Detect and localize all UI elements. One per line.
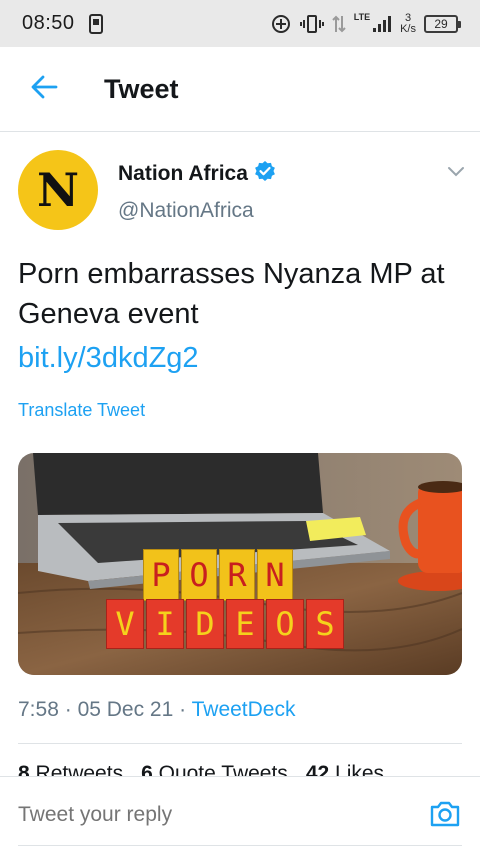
- tweet-text: Porn embarrasses Nyanza MP at Geneva eve…: [18, 258, 445, 330]
- data-transfer-icon: [332, 14, 346, 34]
- letter-block: S: [306, 599, 344, 649]
- network-speed-unit: K/s: [400, 22, 416, 35]
- status-time: 08:50: [22, 12, 75, 34]
- reply-input-underline: [18, 845, 462, 846]
- tweet-date: 05 Dec 21: [77, 698, 174, 721]
- camera-button[interactable]: [428, 799, 462, 833]
- status-bar: 08:50 LTE 3 K/s 29: [0, 0, 480, 47]
- chevron-down-icon: [447, 165, 465, 183]
- network-speed: 3 K/s: [400, 11, 416, 35]
- tweet-link[interactable]: bit.ly/3dkdZg2: [18, 338, 199, 378]
- verified-badge-icon: [254, 160, 276, 187]
- page-title: Tweet: [104, 73, 179, 104]
- translate-tweet-link[interactable]: Translate Tweet: [18, 400, 145, 421]
- camera-icon: [429, 800, 461, 833]
- top-app-bar: Tweet: [0, 47, 480, 132]
- author-handle[interactable]: @NationAfrica: [118, 199, 276, 223]
- tweet-media-image[interactable]: P O R N V I D E O S: [18, 453, 462, 675]
- vibrate-icon: [299, 14, 324, 34]
- letter-block: R: [219, 549, 255, 601]
- author-name[interactable]: Nation Africa: [118, 162, 248, 186]
- divider: [18, 743, 462, 744]
- letter-block: O: [181, 549, 217, 601]
- avatar[interactable]: N: [18, 150, 98, 230]
- videos-blocks-row: V I D E O S: [106, 599, 344, 649]
- arrow-left-icon: [30, 75, 58, 104]
- letter-block: I: [146, 599, 184, 649]
- tweet-meta: 7:58 · 05 Dec 21 · TweetDeck: [18, 698, 295, 722]
- reply-bar: [0, 776, 480, 854]
- tweet-options-button[interactable]: [444, 162, 468, 186]
- letter-block: V: [106, 599, 144, 649]
- porn-blocks-row: P O R N: [143, 549, 293, 601]
- meta-separator: ·: [64, 698, 72, 721]
- tweet-author: N Nation Africa @NationAfrica: [18, 150, 468, 230]
- letter-block: D: [186, 599, 224, 649]
- network-speed-value: 3: [404, 11, 412, 24]
- back-button[interactable]: [24, 69, 64, 109]
- reply-input[interactable]: [18, 803, 398, 827]
- letter-block: O: [266, 599, 304, 649]
- signal-icon: [372, 15, 392, 33]
- letter-block: E: [226, 599, 264, 649]
- tweet-source-link[interactable]: TweetDeck: [192, 698, 296, 721]
- letter-block: P: [143, 549, 179, 601]
- tweet-time: 7:58: [18, 698, 59, 721]
- letter-block: N: [257, 549, 293, 601]
- meta-separator: ·: [179, 698, 187, 721]
- battery-level: 29: [434, 16, 448, 31]
- network-type: LTE: [353, 11, 371, 22]
- avatar-logo-letter: N: [36, 163, 80, 217]
- data-saver-icon: [270, 13, 292, 35]
- phone-notification-icon: [88, 13, 103, 34]
- battery-icon: 29: [424, 14, 461, 33]
